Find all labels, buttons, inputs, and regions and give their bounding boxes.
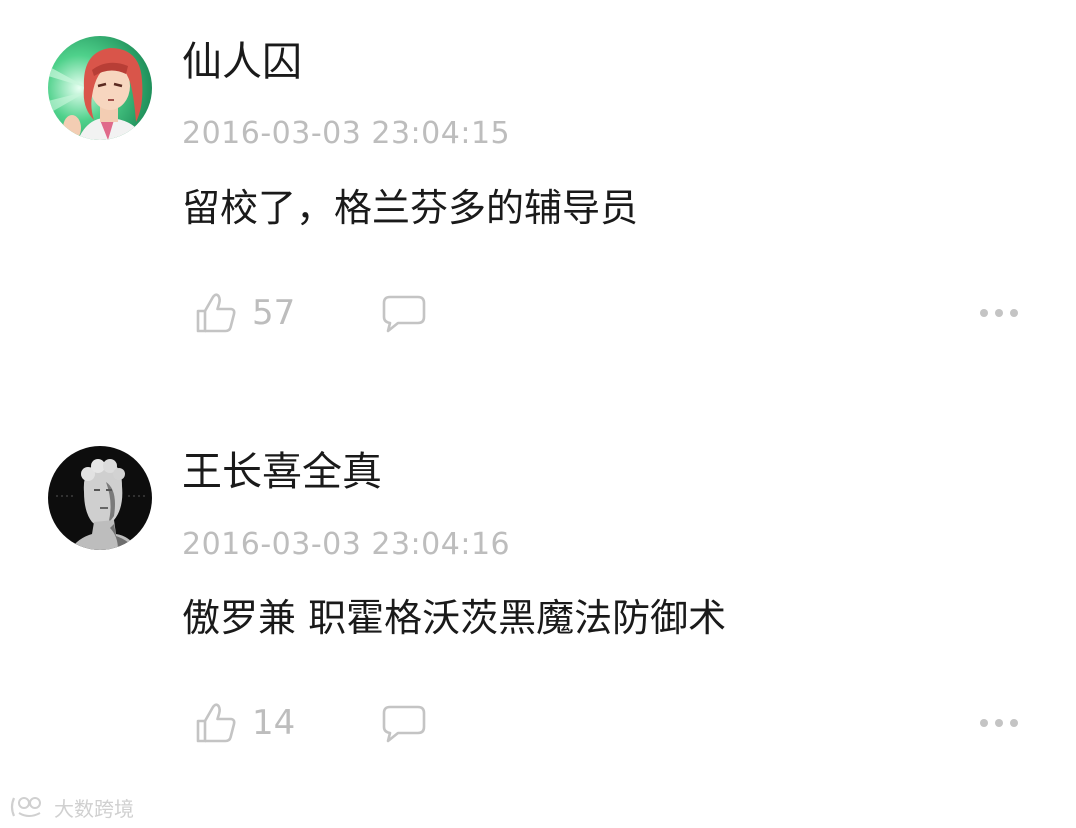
watermark-logo-icon [10,797,41,817]
thumbs-up-icon [196,293,236,333]
username[interactable]: 仙人囚 [182,38,302,86]
speech-bubble-icon [382,705,426,743]
like-button[interactable]: 14 [194,698,295,748]
thumbs-up-icon [196,703,236,743]
timestamp: 2016-03-03 23:04:15 [182,116,511,151]
more-dots-icon [980,719,1018,727]
watermark: 大数跨境 [8,790,134,824]
username[interactable]: 王长喜全真 [182,448,382,496]
like-button[interactable]: 57 [194,288,295,338]
more-dots-icon [980,309,1018,317]
comment-list: 仙人囚 2016-03-03 23:04:15 留校了，格兰芬多的辅导员 57 [0,0,1076,828]
timestamp: 2016-03-03 23:04:16 [182,527,511,562]
comment-actions: 14 [0,698,1076,748]
comment-text: 留校了，格兰芬多的辅导员 [182,186,639,230]
more-options-button[interactable] [976,300,1022,326]
speech-bubble-icon [382,295,426,333]
comment-actions: 57 [0,288,1076,338]
reply-button[interactable] [380,291,428,335]
more-options-button[interactable] [976,710,1022,736]
user-avatar[interactable] [48,446,152,550]
like-count: 57 [252,293,296,333]
reply-button[interactable] [380,701,428,745]
like-count: 14 [252,703,296,743]
watermark-text: 大数跨境 [54,796,134,821]
comment-text: 傲罗兼 职霍格沃茨黑魔法防御术 [182,596,727,640]
user-avatar[interactable] [48,36,152,140]
